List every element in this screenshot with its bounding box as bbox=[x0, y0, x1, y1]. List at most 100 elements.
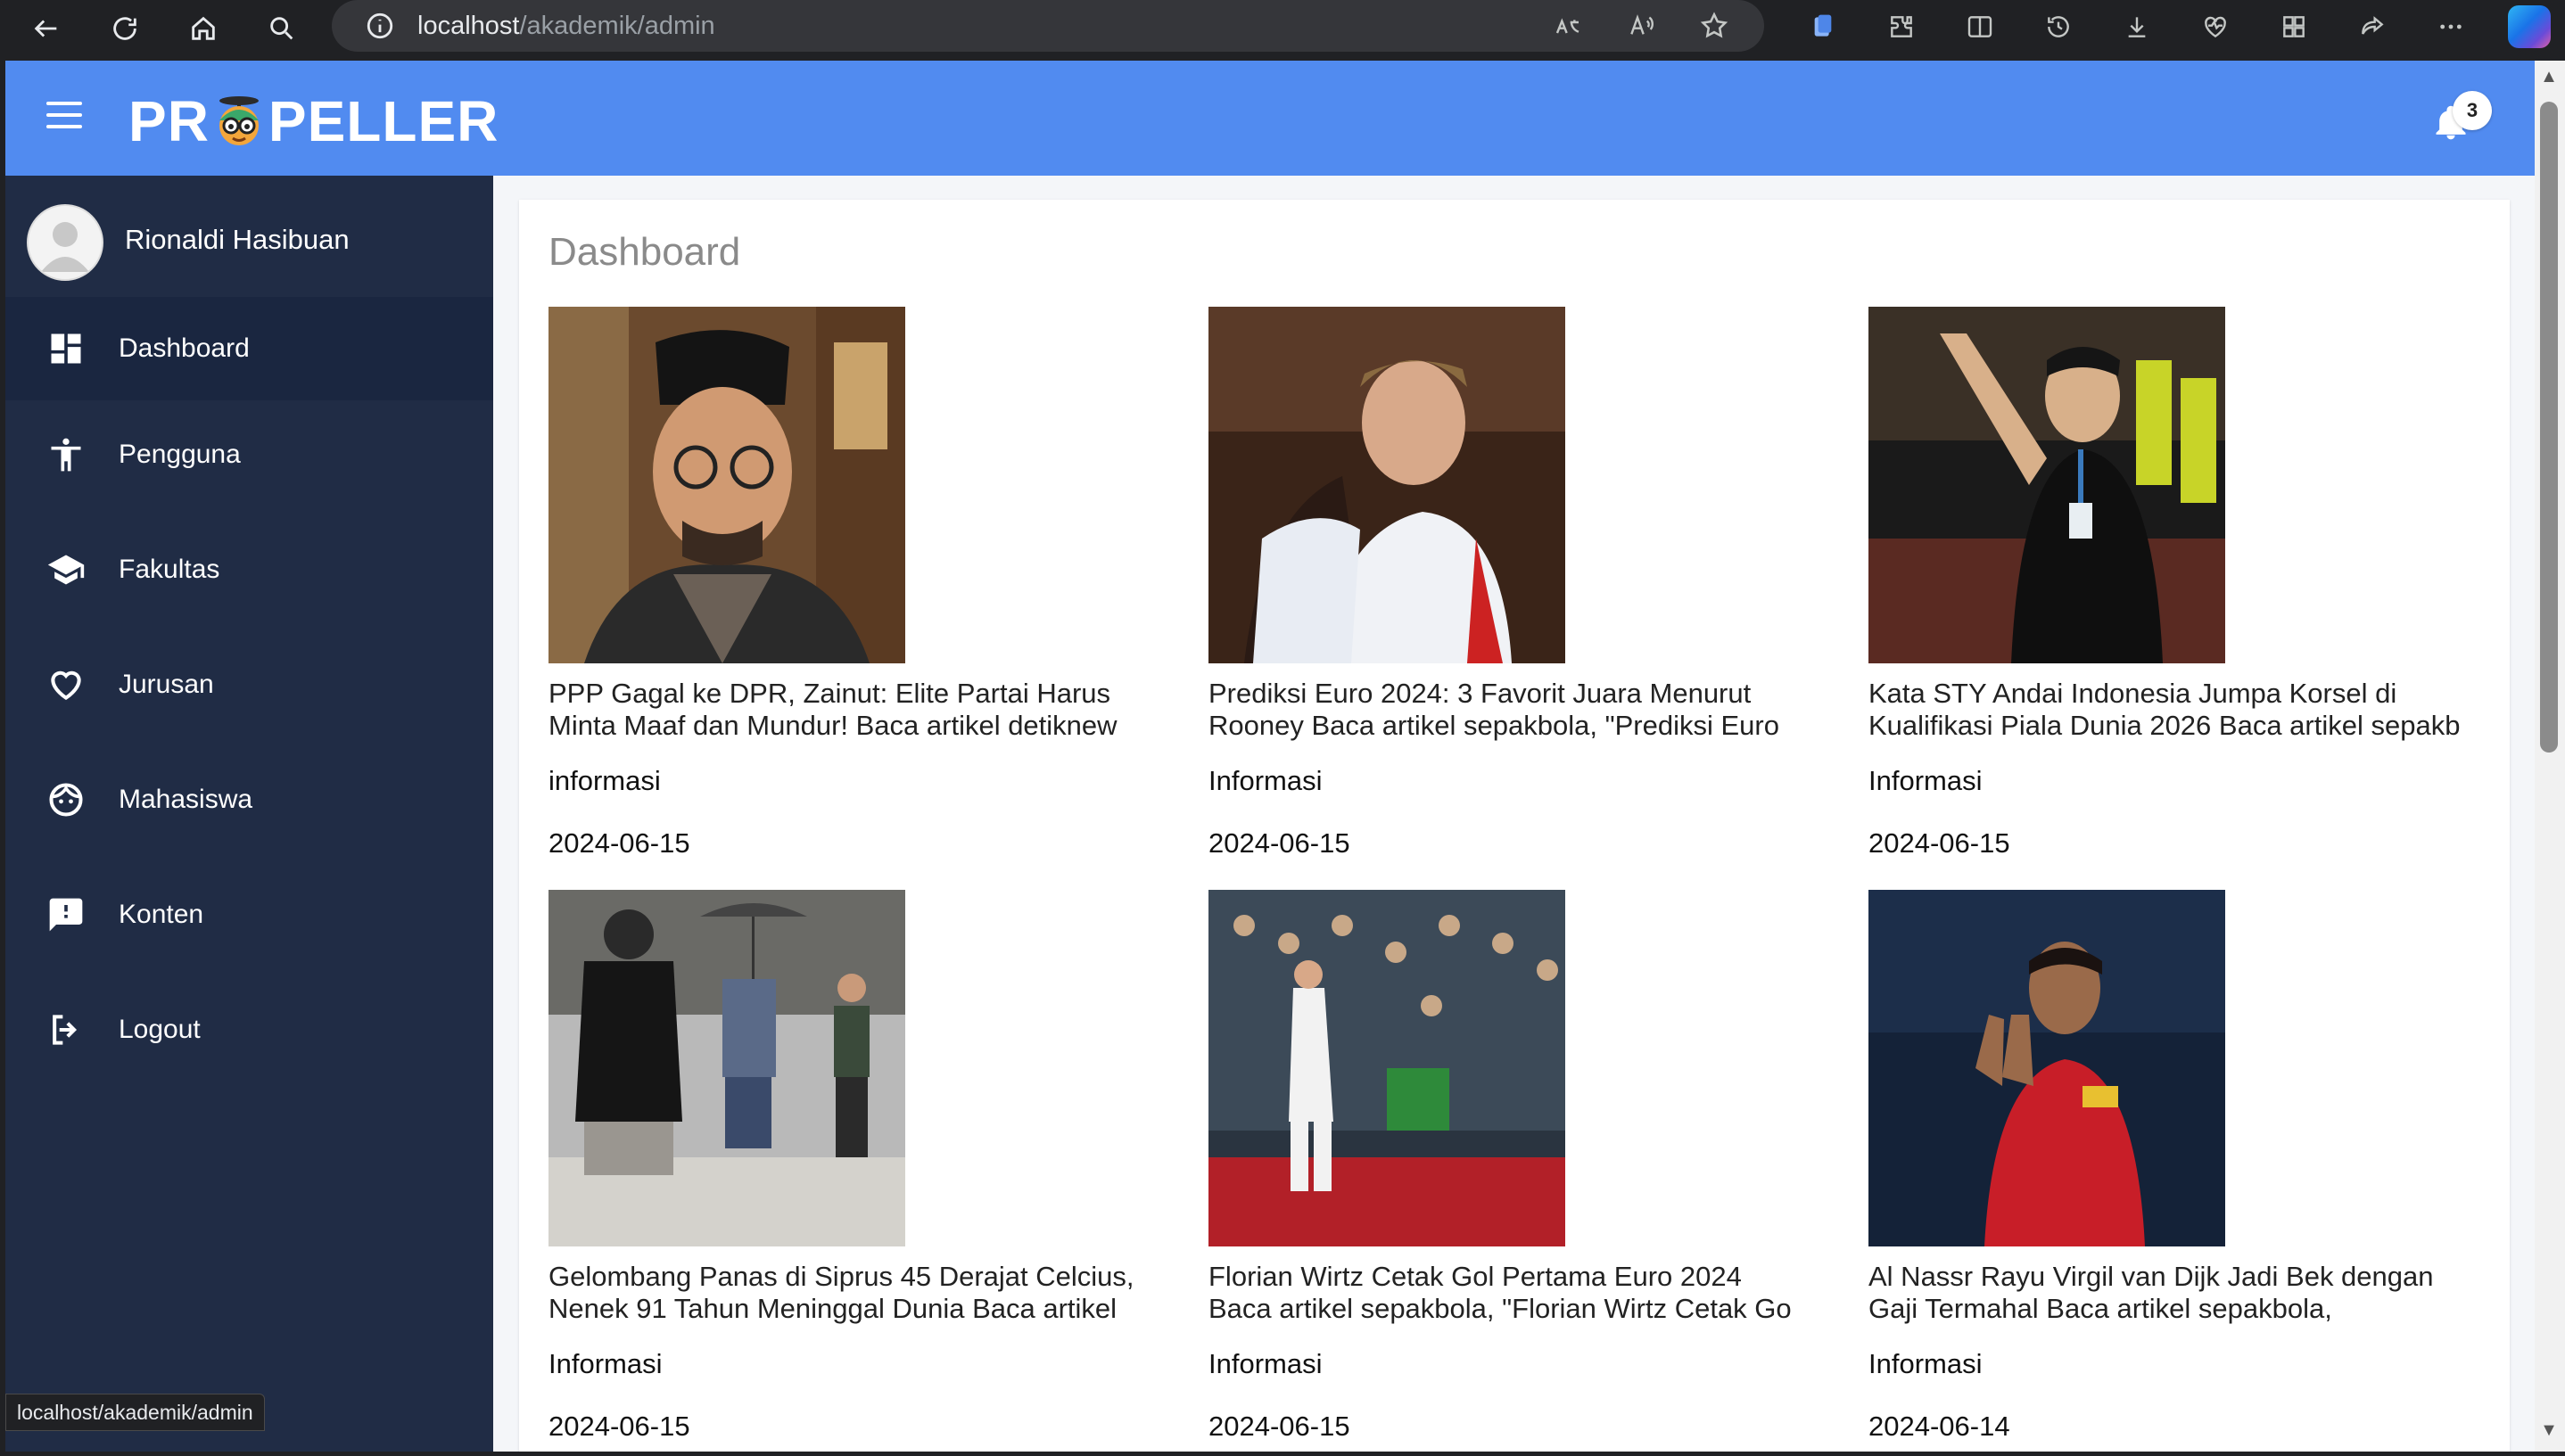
news-title-line: Rooney Baca artikel sepakbola, "Prediksi… bbox=[1208, 710, 1779, 741]
sidebar-item-label: Fakultas bbox=[119, 555, 220, 584]
news-category: Informasi bbox=[1208, 1348, 1323, 1379]
news-title[interactable]: Gelombang Panas di Siprus 45 Derajat Cel… bbox=[548, 1261, 1164, 1325]
logo-text-left: PR bbox=[128, 89, 210, 153]
read-aloud-icon[interactable] bbox=[1618, 3, 1664, 49]
back-icon[interactable] bbox=[20, 2, 73, 55]
avatar[interactable] bbox=[27, 204, 103, 281]
refresh-icon[interactable] bbox=[98, 2, 152, 55]
news-card[interactable]: PPP Gagal ke DPR, Zainut: Elite Partai H… bbox=[548, 307, 1173, 860]
news-title[interactable]: Florian Wirtz Cetak Gol Pertama Euro 202… bbox=[1208, 1261, 1824, 1325]
scrollbar-thumb[interactable] bbox=[2540, 102, 2558, 753]
heart-icon bbox=[46, 665, 86, 704]
home-icon[interactable] bbox=[177, 2, 230, 55]
collections-icon[interactable] bbox=[1784, 0, 1862, 53]
favorite-star-icon[interactable] bbox=[1691, 3, 1737, 49]
apps-icon[interactable] bbox=[2255, 0, 2333, 53]
news-card[interactable]: Kata STY Andai Indonesia Jumpa Korsel di… bbox=[1868, 307, 2493, 860]
logo-text-right: PELLER bbox=[268, 89, 499, 153]
news-title-line: Florian Wirtz Cetak Gol Pertama Euro 202… bbox=[1208, 1261, 1742, 1292]
sidebar-item-label: Dashboard bbox=[119, 333, 250, 363]
scroll-down-arrow-icon[interactable]: ▼ bbox=[2540, 1421, 2558, 1439]
sidebar-item-pengguna[interactable]: Pengguna bbox=[5, 403, 493, 506]
address-bar[interactable]: localhost/akademik/admin bbox=[332, 0, 1764, 52]
sidebar-item-logout[interactable]: Logout bbox=[5, 978, 493, 1082]
dashboard-icon bbox=[46, 329, 86, 368]
logout-icon bbox=[46, 1010, 86, 1049]
news-title-line: Gaji Termahal Baca artikel sepakbola, bbox=[1868, 1293, 2332, 1324]
news-title-line: Kata STY Andai Indonesia Jumpa Korsel di bbox=[1868, 678, 2397, 709]
propeller-mascot-icon bbox=[211, 94, 267, 149]
news-date: 2024-06-15 bbox=[1868, 827, 2010, 859]
url-host: localhost bbox=[417, 11, 520, 40]
notification-bell-icon[interactable]: 3 bbox=[2431, 91, 2492, 153]
browser-essentials-icon[interactable] bbox=[2176, 0, 2255, 53]
browser-extensions bbox=[1784, 0, 2565, 53]
more-options-icon[interactable] bbox=[2412, 0, 2490, 53]
search-icon[interactable] bbox=[255, 2, 309, 55]
news-title-line: Minta Maaf dan Mundur! Baca artikel deti… bbox=[548, 710, 1118, 741]
notification-badge: 3 bbox=[2453, 91, 2492, 130]
sidebar-item-dashboard[interactable]: Dashboard bbox=[5, 297, 493, 400]
sidebar-item-label: Mahasiswa bbox=[119, 785, 253, 814]
news-card[interactable]: Prediksi Euro 2024: 3 Favorit Juara Menu… bbox=[1208, 307, 1833, 860]
sidebar-item-fakultas[interactable]: Fakultas bbox=[5, 518, 493, 621]
news-title[interactable]: Al Nassr Rayu Virgil van Dijk Jadi Bek d… bbox=[1868, 1261, 2484, 1325]
news-date: 2024-06-15 bbox=[548, 827, 690, 859]
news-title[interactable]: PPP Gagal ke DPR, Zainut: Elite Partai H… bbox=[548, 678, 1164, 742]
sidebar-item-jurusan[interactable]: Jurusan bbox=[5, 633, 493, 736]
user-name[interactable]: Rionaldi Hasibuan bbox=[125, 224, 350, 256]
news-category: Informasi bbox=[548, 1348, 663, 1379]
status-url-tooltip: localhost/akademik/admin bbox=[5, 1394, 265, 1431]
news-title[interactable]: Prediksi Euro 2024: 3 Favorit Juara Menu… bbox=[1208, 678, 1824, 742]
split-screen-icon[interactable] bbox=[1941, 0, 2019, 53]
news-title-line: Al Nassr Rayu Virgil van Dijk Jadi Bek d… bbox=[1868, 1261, 2434, 1292]
copilot-icon[interactable] bbox=[2490, 0, 2565, 53]
feedback-icon bbox=[46, 895, 86, 934]
news-category: Informasi bbox=[1868, 765, 1983, 796]
top-navbar: PR PELLER 3 bbox=[5, 61, 2535, 176]
extensions-icon[interactable] bbox=[1862, 0, 1941, 53]
news-image[interactable] bbox=[1868, 307, 2225, 663]
news-category: Informasi bbox=[1208, 765, 1323, 796]
news-date: 2024-06-14 bbox=[1868, 1411, 2010, 1442]
url-path: /akademik/admin bbox=[519, 11, 715, 40]
face-icon bbox=[46, 780, 86, 819]
news-image[interactable] bbox=[1868, 890, 2225, 1246]
news-category: Informasi bbox=[1868, 1348, 1983, 1379]
sidebar-item-konten[interactable]: Konten bbox=[5, 863, 493, 967]
news-image[interactable] bbox=[1208, 307, 1565, 663]
url-text: localhost/akademik/admin bbox=[417, 12, 715, 41]
accessibility-icon bbox=[46, 435, 86, 474]
news-card[interactable]: Al Nassr Rayu Virgil van Dijk Jadi Bek d… bbox=[1868, 890, 2493, 1443]
news-title-line: Kualifikasi Piala Dunia 2026 Baca artike… bbox=[1868, 710, 2461, 741]
news-category: informasi bbox=[548, 765, 661, 796]
news-date: 2024-06-15 bbox=[1208, 827, 1350, 859]
news-title-line: Prediksi Euro 2024: 3 Favorit Juara Menu… bbox=[1208, 678, 1752, 709]
site-info-icon[interactable] bbox=[362, 8, 398, 44]
user-panel: Rionaldi Hasibuan bbox=[5, 176, 493, 297]
news-title-line: Baca artikel sepakbola, "Florian Wirtz C… bbox=[1208, 1293, 1792, 1324]
share-icon[interactable] bbox=[2333, 0, 2412, 53]
scroll-up-arrow-icon[interactable]: ▲ bbox=[2540, 68, 2558, 86]
news-title-line: PPP Gagal ke DPR, Zainut: Elite Partai H… bbox=[548, 678, 1111, 709]
sidebar-item-mahasiswa[interactable]: Mahasiswa bbox=[5, 748, 493, 851]
school-icon bbox=[46, 550, 86, 589]
news-card[interactable]: Gelombang Panas di Siprus 45 Derajat Cel… bbox=[548, 890, 1173, 1443]
news-image[interactable] bbox=[548, 307, 905, 663]
sidebar-item-label: Logout bbox=[119, 1015, 201, 1044]
news-image[interactable] bbox=[548, 890, 905, 1246]
app-logo[interactable]: PR PELLER bbox=[128, 86, 499, 157]
news-image[interactable] bbox=[1208, 890, 1565, 1246]
news-date: 2024-06-15 bbox=[548, 1411, 690, 1442]
download-icon[interactable] bbox=[2098, 0, 2176, 53]
translate-icon[interactable] bbox=[1545, 3, 1591, 49]
sidebar: Rionaldi Hasibuan Dashboard Pengguna Fak… bbox=[5, 176, 493, 1452]
sidebar-item-label: Jurusan bbox=[119, 670, 214, 699]
news-card[interactable]: Florian Wirtz Cetak Gol Pertama Euro 202… bbox=[1208, 890, 1833, 1443]
news-title[interactable]: Kata STY Andai Indonesia Jumpa Korsel di… bbox=[1868, 678, 2484, 742]
sidebar-item-label: Pengguna bbox=[119, 440, 241, 469]
history-icon[interactable] bbox=[2019, 0, 2098, 53]
news-title-line: Gelombang Panas di Siprus 45 Derajat Cel… bbox=[548, 1261, 1134, 1292]
app-window: PR PELLER 3 Rionaldi Hasibuan Dashboard … bbox=[5, 61, 2535, 1452]
menu-toggle-icon[interactable] bbox=[46, 102, 82, 128]
